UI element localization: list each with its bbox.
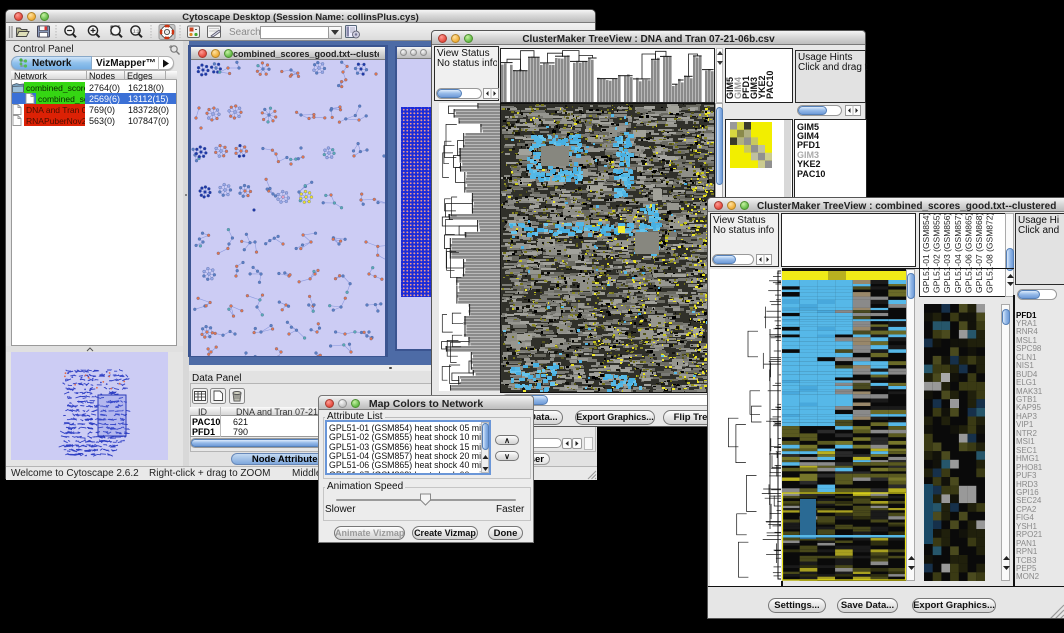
svg-text:PAC10: PAC10 xyxy=(765,71,775,99)
svg-text:GPL51-07 (GSM868): GPL51-07 (GSM868) xyxy=(974,214,984,293)
svg-text:GPL51-04 (GSM857): GPL51-04 (GSM857) xyxy=(953,214,963,293)
svg-text:GPL51-03 (GSM856): GPL51-03 (GSM856) xyxy=(942,214,952,293)
svg-text:GPL51-06 (GSM865): GPL51-06 (GSM865) xyxy=(963,214,973,293)
svg-text:1:1: 1:1 xyxy=(133,29,140,34)
svg-text:GPL51-02 (GSM855): GPL51-02 (GSM855) xyxy=(932,214,942,293)
svg-text:GPL51-08 (GSM872): GPL51-08 (GSM872) xyxy=(985,214,995,293)
svg-text:GPL51-01 (GSM854): GPL51-01 (GSM854) xyxy=(921,214,931,293)
